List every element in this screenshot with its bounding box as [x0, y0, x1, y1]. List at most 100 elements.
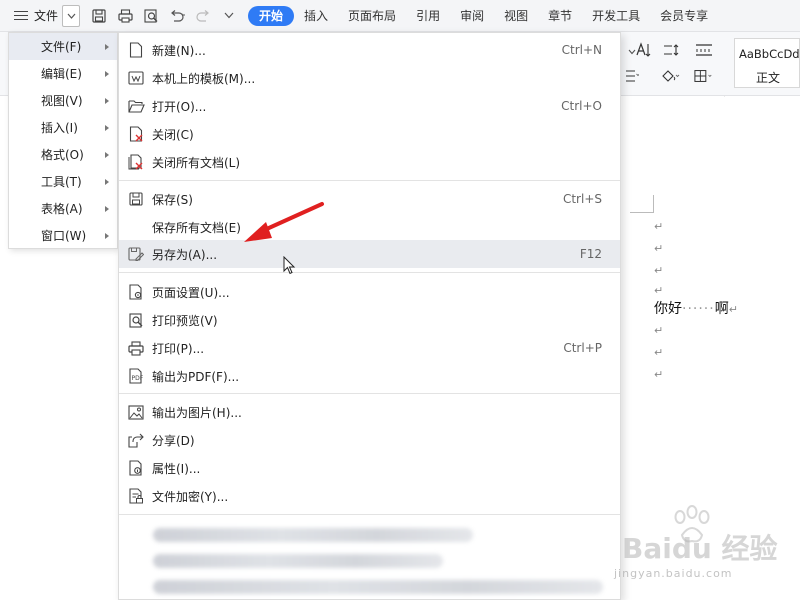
menu-save-all[interactable]: 保存所有文档(E)	[119, 213, 620, 241]
menu-print-preview[interactable]: 打印预览(V)	[119, 306, 620, 334]
menu-item-label: 插入(I)	[41, 121, 78, 135]
recent-file-item[interactable]	[153, 528, 473, 542]
menu-open[interactable]: 打开(O)... Ctrl+O	[119, 92, 620, 120]
print-preview-icon	[143, 8, 158, 23]
mouse-pointer-icon	[283, 256, 296, 275]
tab-home[interactable]: 开始	[248, 5, 295, 26]
save-icon	[127, 190, 145, 208]
borders-top-button[interactable]	[694, 40, 714, 60]
menu-new[interactable]: 新建(N)... Ctrl+N	[119, 36, 620, 64]
menu-item-label: 工具(T)	[41, 175, 82, 189]
tab-section[interactable]: 章节	[538, 6, 582, 26]
menu-close-all[interactable]: 关闭所有文档(L)	[119, 148, 620, 176]
page-setup-icon	[127, 283, 145, 301]
menu-label: 打印(P)...	[152, 342, 205, 356]
template-icon	[127, 69, 145, 87]
borders-button[interactable]	[694, 66, 714, 86]
menu-label: 输出为PDF(F)...	[152, 370, 240, 384]
folder-open-icon	[127, 97, 145, 115]
shortcut-label: Ctrl+P	[563, 341, 602, 355]
menu-encrypt[interactable]: 文件加密(Y)...	[119, 482, 620, 510]
menu-print[interactable]: 打印(P)... Ctrl+P	[119, 334, 620, 362]
menu-properties[interactable]: 属性(I)...	[119, 454, 620, 482]
menu-item-file[interactable]: 文件(F)	[9, 33, 117, 60]
ribbon-tabs: 开始 插入 页面布局 引用 审阅 视图 章节 开发工具 会员专享	[248, 0, 718, 32]
tab-developer[interactable]: 开发工具	[582, 6, 650, 26]
redo-icon	[196, 9, 209, 22]
print-quick-button[interactable]	[114, 5, 136, 27]
redo-button[interactable]	[192, 5, 214, 27]
menu-label: 打印预览(V)	[152, 314, 218, 328]
file-dropdown-button[interactable]	[62, 4, 81, 27]
submenu-arrow-icon	[105, 125, 109, 131]
paragraph-mark: ↵	[654, 264, 664, 277]
tab-page-layout[interactable]: 页面布局	[338, 6, 406, 26]
print-preview-icon	[127, 311, 145, 329]
menu-item-label: 编辑(E)	[41, 67, 82, 81]
print-preview-quick-button[interactable]	[140, 5, 162, 27]
quick-access-toolbar	[88, 5, 240, 27]
file-submenu: 新建(N)... Ctrl+N 本机上的模板(M)... 打开(O)... Ct…	[118, 32, 621, 600]
shading-button[interactable]	[660, 66, 680, 86]
paragraph-mark: ↵	[654, 368, 664, 381]
menu-share[interactable]: 分享(D)	[119, 426, 620, 454]
customize-toolbar-button[interactable]	[218, 5, 240, 27]
paint-bucket-icon	[662, 70, 680, 82]
file-menu-button[interactable]: 文件	[0, 0, 81, 32]
paragraph-mark: ↵	[654, 220, 664, 233]
line-spacing-icon	[664, 44, 679, 56]
chevron-down-icon	[67, 13, 75, 19]
menu-item-label: 视图(V)	[41, 94, 83, 108]
text-direction-button[interactable]	[634, 40, 654, 60]
shortcut-label: Ctrl+S	[562, 192, 602, 206]
menu-label: 分享(D)	[152, 434, 195, 448]
recent-file-item[interactable]	[153, 554, 443, 568]
paragraph-mark: ↵	[654, 346, 664, 359]
menu-label: 属性(I)...	[152, 462, 201, 476]
menu-save[interactable]: 保存(S) Ctrl+S	[119, 185, 620, 213]
menu-templates[interactable]: 本机上的模板(M)...	[119, 64, 620, 92]
menu-page-setup[interactable]: 页面设置(U)...	[119, 278, 620, 306]
menu-item-tools[interactable]: 工具(T)	[9, 168, 117, 195]
undo-icon	[171, 9, 186, 22]
tab-insert[interactable]: 插入	[294, 6, 338, 26]
properties-icon	[127, 459, 145, 477]
close-all-icon	[127, 153, 145, 171]
menu-item-insert[interactable]: 插入(I)	[9, 114, 117, 141]
chevron-down-icon	[224, 12, 234, 19]
watermark-brand: Baidu 经验	[622, 532, 778, 565]
recent-file-item[interactable]	[153, 580, 603, 594]
menu-item-window[interactable]: 窗口(W)	[9, 222, 117, 249]
tab-references[interactable]: 引用	[406, 6, 450, 26]
menu-item-view[interactable]: 视图(V)	[9, 87, 117, 114]
line-spacing-button[interactable]	[662, 40, 682, 60]
file-menu-label: 文件	[34, 9, 59, 23]
style-normal[interactable]: AaBbCcDd 正文	[734, 38, 800, 88]
menu-export-pdf[interactable]: PDF 输出为PDF(F)...	[119, 362, 620, 390]
border-grid-icon	[694, 70, 712, 82]
menu-save-as[interactable]: 另存为(A)... F12	[119, 240, 620, 268]
menu-label: 保存所有文档(E)	[152, 221, 241, 235]
menu-label: 保存(S)	[152, 193, 193, 207]
menu-item-table[interactable]: 表格(A)	[9, 195, 117, 222]
annotation-arrow-icon	[244, 202, 324, 242]
top-toolbar: 文件 开始 插入 页面布局 引用 审阅 视图 章节 开发工具 会员专享	[0, 0, 800, 32]
tab-view[interactable]: 视图	[494, 6, 538, 26]
menu-item-format[interactable]: 格式(O)	[9, 141, 117, 168]
menu-divider	[119, 272, 620, 273]
menu-item-label: 窗口(W)	[41, 229, 87, 243]
new-document-icon	[127, 41, 145, 59]
menu-item-edit[interactable]: 编辑(E)	[9, 60, 117, 87]
tab-member[interactable]: 会员专享	[650, 6, 718, 26]
menu-label: 另存为(A)...	[152, 248, 218, 262]
list-style-button[interactable]	[620, 66, 640, 86]
menu-label: 打开(O)...	[152, 100, 207, 114]
menu-close[interactable]: 关闭(C)	[119, 120, 620, 148]
document-text-line[interactable]: 你好······啊↵	[654, 298, 738, 318]
menu-label: 输出为图片(H)...	[152, 406, 242, 420]
menu-export-image[interactable]: 输出为图片(H)...	[119, 398, 620, 426]
tab-review[interactable]: 审阅	[450, 6, 494, 26]
undo-button[interactable]	[166, 5, 188, 27]
save-quick-button[interactable]	[88, 5, 110, 27]
classic-main-menu: 文件(F) 编辑(E) 视图(V) 插入(I) 格式(O) 工具(T) 表格(A…	[8, 32, 118, 249]
